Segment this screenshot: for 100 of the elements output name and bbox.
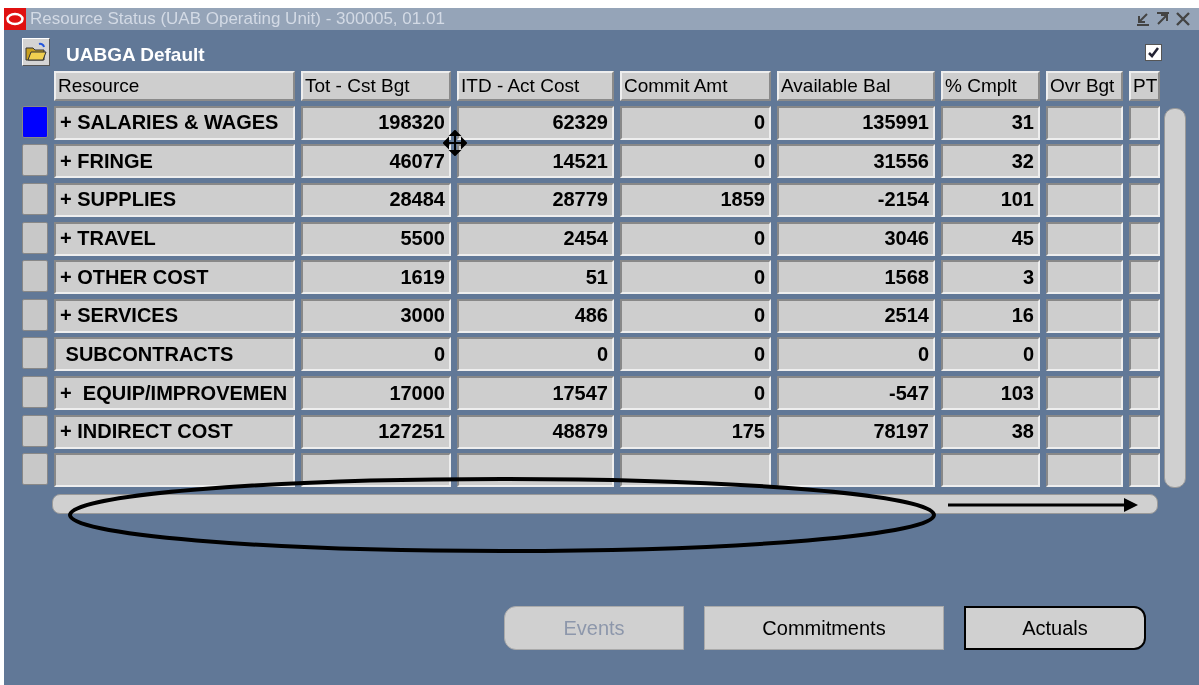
column-header[interactable]: Ovr Bgt xyxy=(1046,71,1123,101)
table-cell[interactable] xyxy=(1046,144,1123,179)
minimize-icon[interactable] xyxy=(1135,11,1151,27)
table-cell[interactable]: 175 xyxy=(620,414,771,449)
checkbox[interactable] xyxy=(1145,43,1162,61)
table-cell[interactable]: 38 xyxy=(941,414,1040,449)
table-cell[interactable] xyxy=(1046,221,1123,256)
table-cell[interactable] xyxy=(1129,298,1160,333)
table-cell[interactable]: 103 xyxy=(941,376,1040,411)
table-cell[interactable]: 1568 xyxy=(777,260,935,295)
column-header[interactable]: % Cmplt xyxy=(941,71,1040,101)
table-cell[interactable]: + INDIRECT COST xyxy=(54,414,295,449)
row-selector[interactable] xyxy=(22,298,48,331)
column-header[interactable]: Resource xyxy=(54,71,295,101)
table-cell[interactable]: 0 xyxy=(620,376,771,411)
row-selector[interactable] xyxy=(22,453,48,486)
table-cell[interactable] xyxy=(1129,414,1160,449)
table-cell[interactable]: 101 xyxy=(941,182,1040,217)
table-cell[interactable]: 32 xyxy=(941,144,1040,179)
open-folder-button[interactable] xyxy=(22,38,50,66)
table-cell[interactable] xyxy=(1046,105,1123,140)
table-cell[interactable] xyxy=(1046,337,1123,372)
table-cell[interactable]: -547 xyxy=(777,376,935,411)
table-cell[interactable]: + OTHER COST xyxy=(54,260,295,295)
table-cell[interactable]: + FRINGE xyxy=(54,144,295,179)
table-cell[interactable] xyxy=(1129,260,1160,295)
action-button[interactable]: Actuals xyxy=(964,606,1146,650)
table-cell[interactable]: 0 xyxy=(620,337,771,372)
table-cell[interactable]: 17000 xyxy=(301,376,451,411)
row-selector[interactable] xyxy=(22,105,48,138)
table-cell[interactable]: 3000 xyxy=(301,298,451,333)
table-cell[interactable]: 0 xyxy=(777,337,935,372)
row-selector[interactable] xyxy=(22,376,48,409)
table-cell[interactable]: 16 xyxy=(941,298,1040,333)
table-cell[interactable]: 2514 xyxy=(777,298,935,333)
row-selector[interactable] xyxy=(22,337,48,370)
table-cell[interactable]: + EQUIP/IMPROVEMEN xyxy=(54,376,295,411)
column-header[interactable]: ITD - Act Cost xyxy=(457,71,614,101)
row-selector[interactable] xyxy=(22,182,48,215)
column-header[interactable]: Commit Amt xyxy=(620,71,771,101)
table-cell[interactable]: 51 xyxy=(457,260,614,295)
table-cell[interactable] xyxy=(1046,298,1123,333)
table-cell[interactable]: + SERVICES xyxy=(54,298,295,333)
row-selector[interactable] xyxy=(22,221,48,254)
action-button[interactable]: Commitments xyxy=(704,606,944,650)
table-cell[interactable]: + SALARIES & WAGES xyxy=(54,105,295,140)
row-selector[interactable] xyxy=(22,260,48,293)
table-cell[interactable]: 28484 xyxy=(301,182,451,217)
table-cell[interactable]: 3 xyxy=(941,260,1040,295)
table-cell[interactable] xyxy=(1129,453,1160,488)
table-cell[interactable] xyxy=(1129,144,1160,179)
table-cell[interactable]: 0 xyxy=(620,221,771,256)
table-cell[interactable]: 48879 xyxy=(457,414,614,449)
table-cell[interactable]: 0 xyxy=(620,105,771,140)
table-cell[interactable]: 31556 xyxy=(777,144,935,179)
table-cell[interactable]: 198320 xyxy=(301,105,451,140)
table-cell[interactable] xyxy=(1046,376,1123,411)
table-cell[interactable]: 14521 xyxy=(457,144,614,179)
table-cell[interactable] xyxy=(1129,221,1160,256)
table-cell[interactable] xyxy=(1129,182,1160,217)
table-cell[interactable]: 0 xyxy=(620,260,771,295)
horizontal-scrollbar[interactable] xyxy=(52,494,1158,514)
row-selector[interactable] xyxy=(22,144,48,177)
vertical-scrollbar[interactable] xyxy=(1164,108,1186,488)
table-cell[interactable] xyxy=(1129,376,1160,411)
table-cell[interactable]: 0 xyxy=(301,337,451,372)
table-cell[interactable] xyxy=(1046,414,1123,449)
table-cell[interactable] xyxy=(1046,182,1123,217)
table-cell[interactable]: 3046 xyxy=(777,221,935,256)
table-cell[interactable]: -2154 xyxy=(777,182,935,217)
table-cell[interactable]: 78197 xyxy=(777,414,935,449)
table-cell[interactable]: 31 xyxy=(941,105,1040,140)
table-cell[interactable]: 62329 xyxy=(457,105,614,140)
table-cell[interactable]: 5500 xyxy=(301,221,451,256)
table-cell[interactable]: 28779 xyxy=(457,182,614,217)
table-cell[interactable]: 0 xyxy=(457,337,614,372)
table-cell[interactable]: + TRAVEL xyxy=(54,221,295,256)
table-cell[interactable] xyxy=(1046,453,1123,488)
table-cell[interactable]: 486 xyxy=(457,298,614,333)
close-icon[interactable] xyxy=(1175,11,1191,27)
column-header[interactable]: PT xyxy=(1129,71,1160,101)
table-cell[interactable] xyxy=(777,453,935,488)
table-cell[interactable]: 0 xyxy=(620,144,771,179)
table-cell[interactable]: 0 xyxy=(620,298,771,333)
table-cell[interactable] xyxy=(1046,260,1123,295)
table-cell[interactable]: 135991 xyxy=(777,105,935,140)
table-cell[interactable] xyxy=(941,453,1040,488)
table-cell[interactable]: 127251 xyxy=(301,414,451,449)
table-cell[interactable] xyxy=(1129,337,1160,372)
table-cell[interactable] xyxy=(54,453,295,488)
column-header[interactable]: Available Bal xyxy=(777,71,935,101)
table-cell[interactable]: 0 xyxy=(941,337,1040,372)
table-cell[interactable]: 1619 xyxy=(301,260,451,295)
maximize-icon[interactable] xyxy=(1155,11,1171,27)
row-selector[interactable] xyxy=(22,414,48,447)
table-cell[interactable]: 45 xyxy=(941,221,1040,256)
table-cell[interactable]: 46077 xyxy=(301,144,451,179)
table-cell[interactable]: 2454 xyxy=(457,221,614,256)
table-cell[interactable]: 1859 xyxy=(620,182,771,217)
table-cell[interactable] xyxy=(1129,105,1160,140)
